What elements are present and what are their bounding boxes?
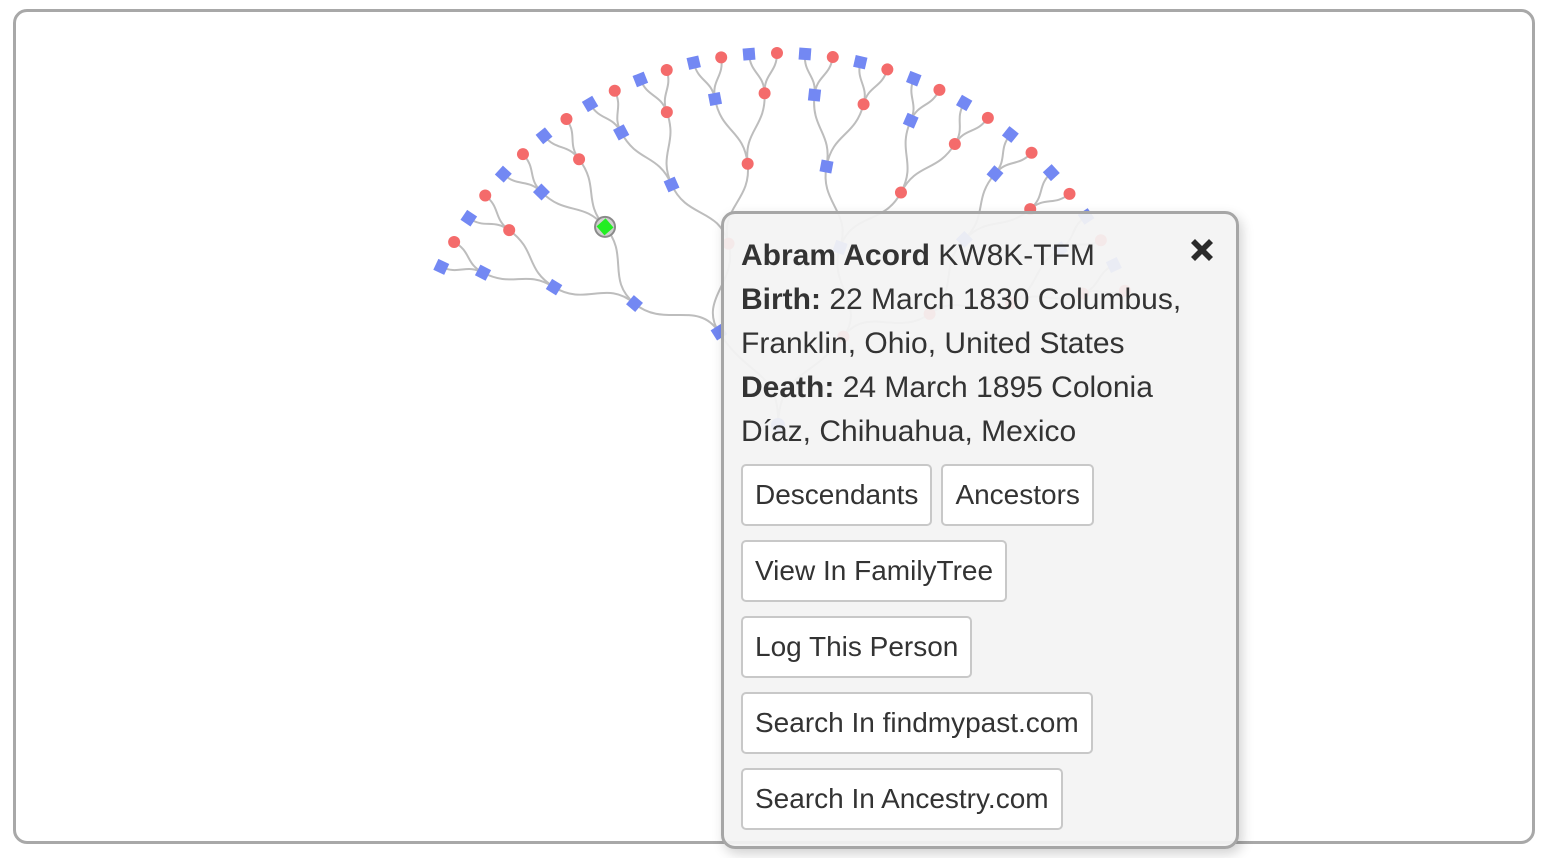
- female-person-node[interactable]: [894, 186, 907, 199]
- female-person-node[interactable]: [448, 235, 461, 248]
- male-person-node[interactable]: [686, 55, 701, 70]
- male-person-node[interactable]: [819, 159, 834, 174]
- female-person-node[interactable]: [1063, 187, 1076, 200]
- female-person-node[interactable]: [881, 63, 894, 76]
- female-person-node[interactable]: [981, 111, 994, 124]
- death-info: Death: 24 March 1895 Colonia Díaz, Chihu…: [741, 366, 1218, 454]
- tree-link: [825, 103, 865, 167]
- female-person-node[interactable]: [503, 224, 516, 237]
- tree-link: [663, 69, 670, 113]
- button-row-findmypast: Search In findmypast.com: [741, 692, 1218, 754]
- female-person-node[interactable]: [573, 153, 586, 166]
- birth-label: Birth:: [741, 283, 821, 316]
- female-person-node[interactable]: [715, 51, 728, 64]
- tree-link: [620, 131, 673, 185]
- female-person-node[interactable]: [479, 189, 492, 202]
- button-row-log: Log This Person: [741, 616, 1218, 678]
- male-person-node[interactable]: [613, 124, 630, 141]
- tree-link: [813, 94, 829, 167]
- male-person-node[interactable]: [905, 70, 922, 87]
- tree-link: [746, 93, 766, 164]
- ancestors-button[interactable]: Ancestors: [941, 464, 1094, 526]
- male-person-node[interactable]: [902, 112, 919, 129]
- tree-link: [748, 54, 766, 94]
- male-person-node[interactable]: [545, 278, 563, 296]
- close-icon[interactable]: [1186, 234, 1218, 266]
- button-row-ancestry: Search In Ancestry.com: [741, 768, 1218, 830]
- tree-link: [665, 111, 673, 185]
- female-person-node[interactable]: [857, 98, 870, 111]
- person-popover: Abram Acord KW8K-TFM Birth: 22 March 183…: [721, 211, 1239, 849]
- tree-link: [639, 79, 668, 113]
- male-person-node[interactable]: [742, 47, 756, 61]
- tree-link: [633, 302, 720, 333]
- male-person-node[interactable]: [807, 88, 822, 102]
- female-person-node[interactable]: [1025, 146, 1038, 159]
- male-person-node[interactable]: [433, 258, 450, 275]
- tree-link: [862, 69, 889, 105]
- search-ancestry-button[interactable]: Search In Ancestry.com: [741, 768, 1063, 830]
- male-person-node[interactable]: [663, 176, 680, 193]
- female-person-node[interactable]: [758, 87, 771, 100]
- female-person-node[interactable]: [660, 64, 673, 77]
- person-header: Abram Acord KW8K-TFM: [741, 234, 1218, 278]
- male-person-node[interactable]: [798, 47, 812, 61]
- male-person-node[interactable]: [494, 165, 512, 183]
- female-person-node[interactable]: [933, 83, 946, 96]
- female-person-node[interactable]: [516, 148, 529, 161]
- birth-info: Birth: 22 March 1830 Columbus, Franklin,…: [741, 278, 1218, 366]
- log-person-button[interactable]: Log This Person: [741, 616, 973, 678]
- female-person-node[interactable]: [560, 113, 573, 126]
- male-person-node[interactable]: [1001, 126, 1019, 143]
- tree-link: [900, 143, 956, 193]
- button-row-familytree: View In FamilyTree: [741, 540, 1218, 602]
- descendants-button[interactable]: Descendants: [741, 464, 933, 526]
- female-person-node[interactable]: [608, 84, 621, 97]
- male-person-node[interactable]: [707, 92, 723, 107]
- male-person-node[interactable]: [474, 264, 492, 281]
- female-person-node[interactable]: [741, 157, 754, 170]
- female-person-node[interactable]: [826, 51, 839, 64]
- female-person-node[interactable]: [770, 47, 783, 60]
- person-info: Abram Acord KW8K-TFM Birth: 22 March 183…: [741, 234, 1218, 454]
- female-person-node[interactable]: [660, 106, 673, 119]
- tree-link: [714, 98, 749, 164]
- view-familytree-button[interactable]: View In FamilyTree: [741, 540, 1008, 602]
- search-findmypast-button[interactable]: Search In findmypast.com: [741, 692, 1093, 754]
- male-person-node[interactable]: [632, 71, 649, 88]
- female-person-node[interactable]: [948, 138, 961, 151]
- button-row-tree: Descendants Ancestors: [741, 464, 1218, 526]
- tree-link: [763, 52, 778, 94]
- male-person-node[interactable]: [581, 95, 599, 113]
- male-person-node[interactable]: [853, 55, 868, 70]
- selected-person-node[interactable]: [594, 215, 617, 238]
- person-id: KW8K-TFM: [938, 239, 1095, 272]
- tree-link: [670, 184, 730, 244]
- death-label: Death:: [741, 371, 835, 404]
- person-name: Abram Acord: [741, 239, 930, 272]
- male-person-node[interactable]: [460, 209, 478, 227]
- male-person-node[interactable]: [955, 94, 973, 112]
